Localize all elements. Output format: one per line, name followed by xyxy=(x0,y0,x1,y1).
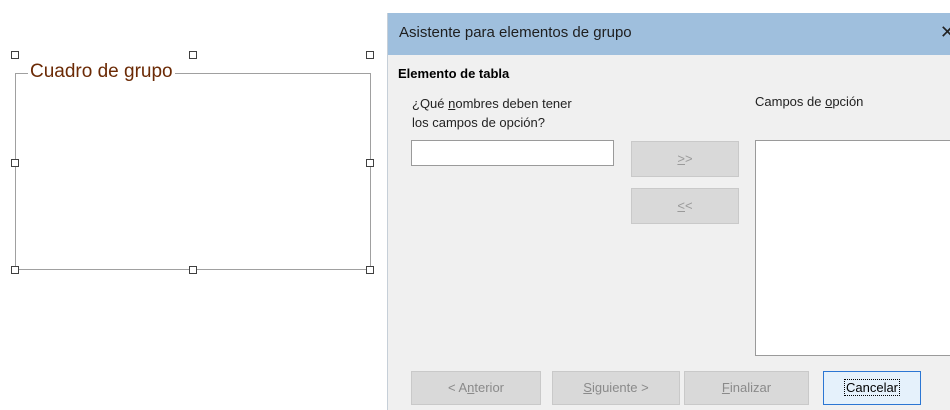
add-option-button[interactable]: >> xyxy=(631,141,739,177)
next-button[interactable]: Siguiente > xyxy=(552,371,680,405)
group-box[interactable] xyxy=(15,73,371,270)
selection-handle-top-right[interactable] xyxy=(366,51,374,59)
remove-option-button[interactable]: << xyxy=(631,188,739,224)
selection-handle-top-center[interactable] xyxy=(189,51,197,59)
option-fields-label: Campos de opción xyxy=(755,94,864,109)
option-fields-list[interactable] xyxy=(755,140,950,356)
selection-handle-middle-left[interactable] xyxy=(11,159,19,167)
selection-handle-bottom-left[interactable] xyxy=(11,266,19,274)
selection-handle-bottom-center[interactable] xyxy=(189,266,197,274)
previous-button[interactable]: < Anterior xyxy=(411,371,541,405)
close-icon[interactable]: ✕ xyxy=(940,22,950,43)
dialog-titlebar[interactable]: Asistente para elementos de grupo ✕ xyxy=(388,13,950,55)
group-box-label: Cuadro de grupo xyxy=(28,61,175,83)
selection-handle-middle-right[interactable] xyxy=(366,159,374,167)
selection-handle-top-left[interactable] xyxy=(11,51,19,59)
selection-handle-bottom-right[interactable] xyxy=(366,266,374,274)
option-names-label: ¿Qué nombres deben tener los campos de o… xyxy=(412,96,572,130)
group-element-wizard-dialog: Asistente para elementos de grupo ✕ Elem… xyxy=(387,13,950,410)
section-header: Elemento de tabla xyxy=(398,66,510,81)
finish-button[interactable]: Finalizar xyxy=(684,371,809,405)
option-name-input[interactable] xyxy=(411,140,614,166)
cancel-button[interactable]: Cancelar xyxy=(823,371,921,405)
dialog-title: Asistente para elementos de grupo xyxy=(399,24,632,41)
